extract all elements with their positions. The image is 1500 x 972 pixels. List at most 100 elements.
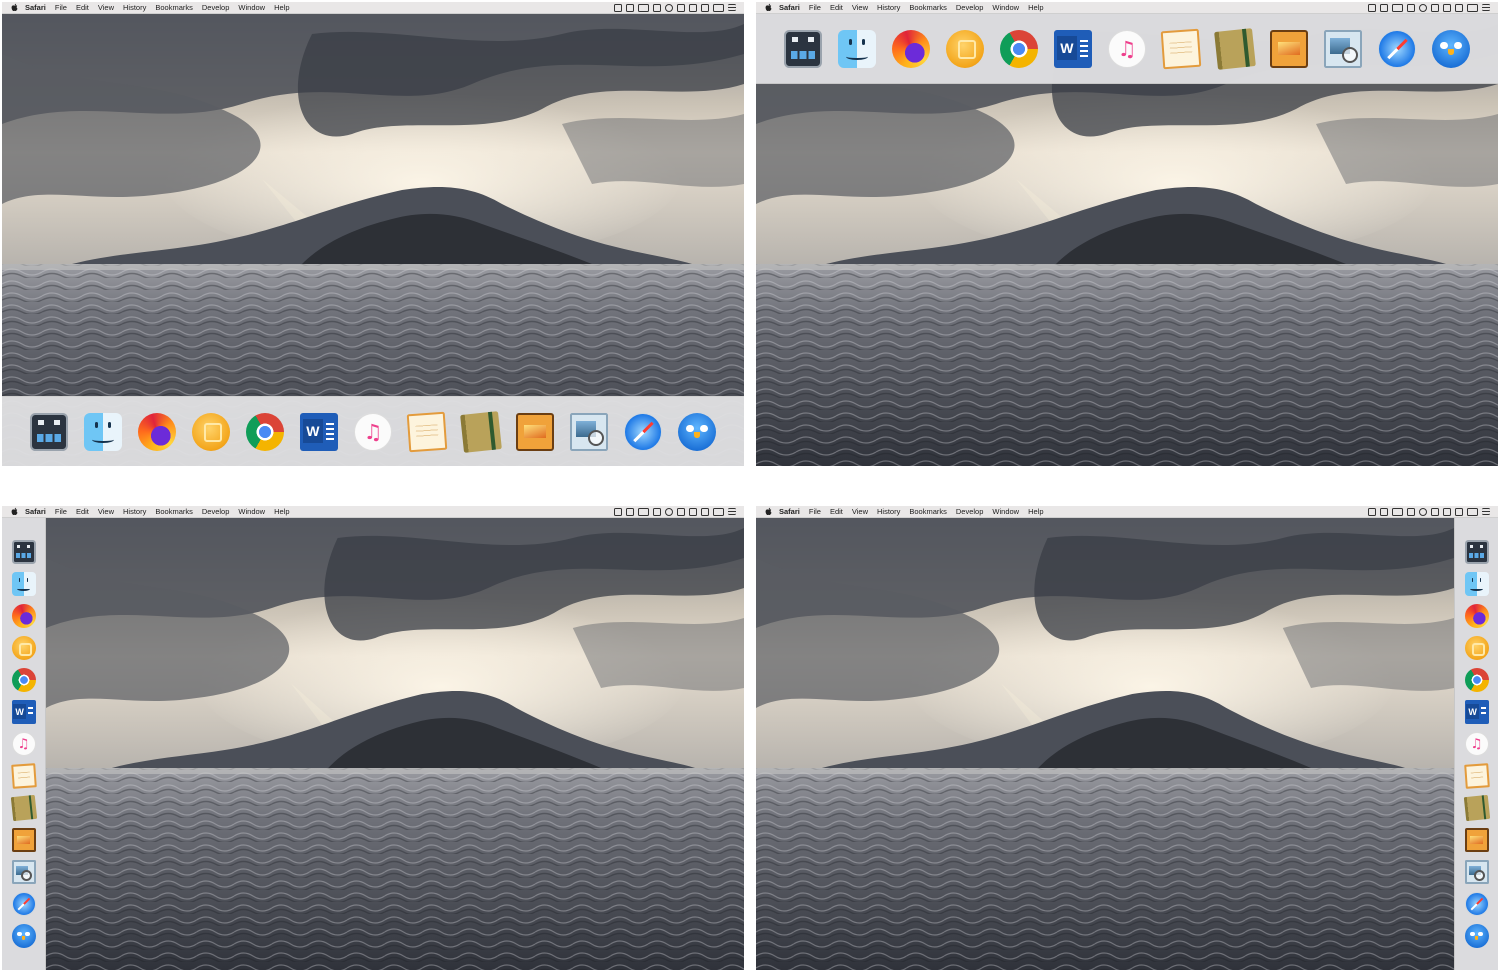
dock-item-safari[interactable] [11, 892, 36, 916]
menu-item-window[interactable]: Window [238, 3, 265, 12]
menu-item-view[interactable]: View [98, 507, 114, 516]
extension-icon[interactable] [638, 3, 649, 12]
dock-item-notepad[interactable] [406, 411, 448, 452]
menu-item-help[interactable]: Help [1028, 3, 1043, 12]
menu-item-history[interactable]: History [877, 3, 900, 12]
menu-item-window[interactable]: Window [238, 507, 265, 516]
dock-item-tweetbot[interactable] [1464, 924, 1489, 948]
dock-item-finder[interactable] [838, 29, 876, 68]
dock-item-notepad[interactable] [10, 763, 37, 789]
screen-icon[interactable] [614, 507, 622, 516]
dock-item-robot-app[interactable] [11, 540, 36, 564]
window-icon[interactable] [1380, 3, 1388, 12]
dock-item-notebook[interactable] [1214, 27, 1256, 70]
dock-item-word[interactable] [300, 412, 338, 451]
menu-item-file[interactable]: File [809, 507, 821, 516]
menu-item-view[interactable]: View [852, 3, 868, 12]
menu-item-view[interactable]: View [852, 507, 868, 516]
pen-icon[interactable] [1455, 507, 1463, 516]
dock-item-firefox[interactable] [11, 604, 36, 628]
send-icon[interactable] [677, 3, 685, 12]
dock-item-pixel-editor[interactable] [1270, 29, 1308, 68]
dock-item-word[interactable] [1054, 29, 1092, 68]
dock-item-robot-app[interactable] [1464, 540, 1489, 564]
menu-item-edit[interactable]: Edit [76, 507, 89, 516]
dock-item-tweetbot[interactable] [11, 924, 36, 948]
menu-item-bookmarks[interactable]: Bookmarks [909, 3, 947, 12]
menu-item-help[interactable]: Help [1028, 507, 1043, 516]
send-icon[interactable] [1431, 507, 1439, 516]
dock-item-preview[interactable] [11, 860, 36, 884]
dock-item-tweetbot[interactable] [1432, 29, 1470, 68]
menu-item-view[interactable]: View [98, 3, 114, 12]
menu-item-file[interactable]: File [55, 507, 67, 516]
menu-item-bookmarks[interactable]: Bookmarks [155, 3, 193, 12]
bluetooth-icon[interactable] [665, 3, 673, 12]
dock-item-tweetbot[interactable] [678, 412, 716, 451]
dock-item-notepad[interactable] [1160, 28, 1202, 69]
send-icon[interactable] [677, 507, 685, 516]
window-icon[interactable] [1380, 507, 1388, 516]
window-icon[interactable] [626, 507, 634, 516]
dock-item-firefox[interactable] [1464, 604, 1489, 628]
list-icon[interactable] [728, 508, 736, 515]
menu-item-help[interactable]: Help [274, 507, 289, 516]
clipboard-icon[interactable] [653, 507, 661, 516]
clipboard-icon[interactable] [1407, 3, 1415, 12]
screen-icon[interactable] [1368, 3, 1376, 12]
lock-icon[interactable] [1443, 507, 1451, 516]
dock-item-firefox[interactable] [138, 412, 176, 451]
menu-app-name[interactable]: Safari [25, 507, 46, 516]
menu-app-name[interactable]: Safari [779, 507, 800, 516]
dock-item-chrome[interactable] [1000, 29, 1038, 68]
dock-item-robot-app[interactable] [784, 29, 822, 68]
dock-item-pixel-editor[interactable] [516, 412, 554, 451]
list-icon[interactable] [728, 4, 736, 11]
dock-item-firefox[interactable] [892, 29, 930, 68]
send-icon[interactable] [1431, 3, 1439, 12]
apple-icon[interactable] [10, 3, 19, 12]
dock-item-chrome[interactable] [1464, 668, 1489, 692]
menu-item-window[interactable]: Window [992, 507, 1019, 516]
dock-item-safari[interactable] [624, 412, 662, 451]
menu-item-develop[interactable]: Develop [202, 507, 230, 516]
menu-item-develop[interactable]: Develop [956, 3, 984, 12]
pen-icon[interactable] [1455, 3, 1463, 12]
pen-icon[interactable] [701, 3, 709, 12]
dock-item-word[interactable] [11, 700, 36, 724]
dock-item-honey-app[interactable] [946, 29, 984, 68]
menu-item-window[interactable]: Window [992, 3, 1019, 12]
menu-item-develop[interactable]: Develop [956, 507, 984, 516]
dock-item-pixel-editor[interactable] [1464, 828, 1489, 852]
dock-item-honey-app[interactable] [192, 412, 230, 451]
apple-icon[interactable] [764, 507, 773, 516]
dock-item-chrome[interactable] [246, 412, 284, 451]
extension-icon[interactable] [1392, 507, 1403, 516]
menu-item-history[interactable]: History [123, 3, 146, 12]
menu-item-bookmarks[interactable]: Bookmarks [909, 507, 947, 516]
pen-icon[interactable] [701, 507, 709, 516]
lock-icon[interactable] [689, 507, 697, 516]
dock-item-music[interactable] [354, 412, 392, 451]
dock-item-honey-app[interactable] [1464, 636, 1489, 660]
dock-item-notebook[interactable] [460, 410, 502, 453]
menu-item-history[interactable]: History [123, 507, 146, 516]
apple-icon[interactable] [764, 3, 773, 12]
window-icon[interactable] [626, 3, 634, 12]
menu-item-history[interactable]: History [877, 507, 900, 516]
apple-icon[interactable] [10, 507, 19, 516]
screen-icon[interactable] [1368, 507, 1376, 516]
dock-item-music[interactable] [1464, 732, 1489, 756]
dock-item-chrome[interactable] [11, 668, 36, 692]
dock-item-safari[interactable] [1464, 892, 1489, 916]
dock-item-preview[interactable] [570, 412, 608, 451]
dock-item-word[interactable] [1464, 700, 1489, 724]
dock-item-music[interactable] [1108, 29, 1146, 68]
lock-icon[interactable] [1443, 3, 1451, 12]
menu-item-edit[interactable]: Edit [76, 3, 89, 12]
bluetooth-icon[interactable] [1419, 3, 1427, 12]
dock-item-finder[interactable] [11, 572, 36, 596]
glasses-icon[interactable] [1467, 507, 1478, 516]
menu-app-name[interactable]: Safari [25, 3, 46, 12]
menu-app-name[interactable]: Safari [779, 3, 800, 12]
